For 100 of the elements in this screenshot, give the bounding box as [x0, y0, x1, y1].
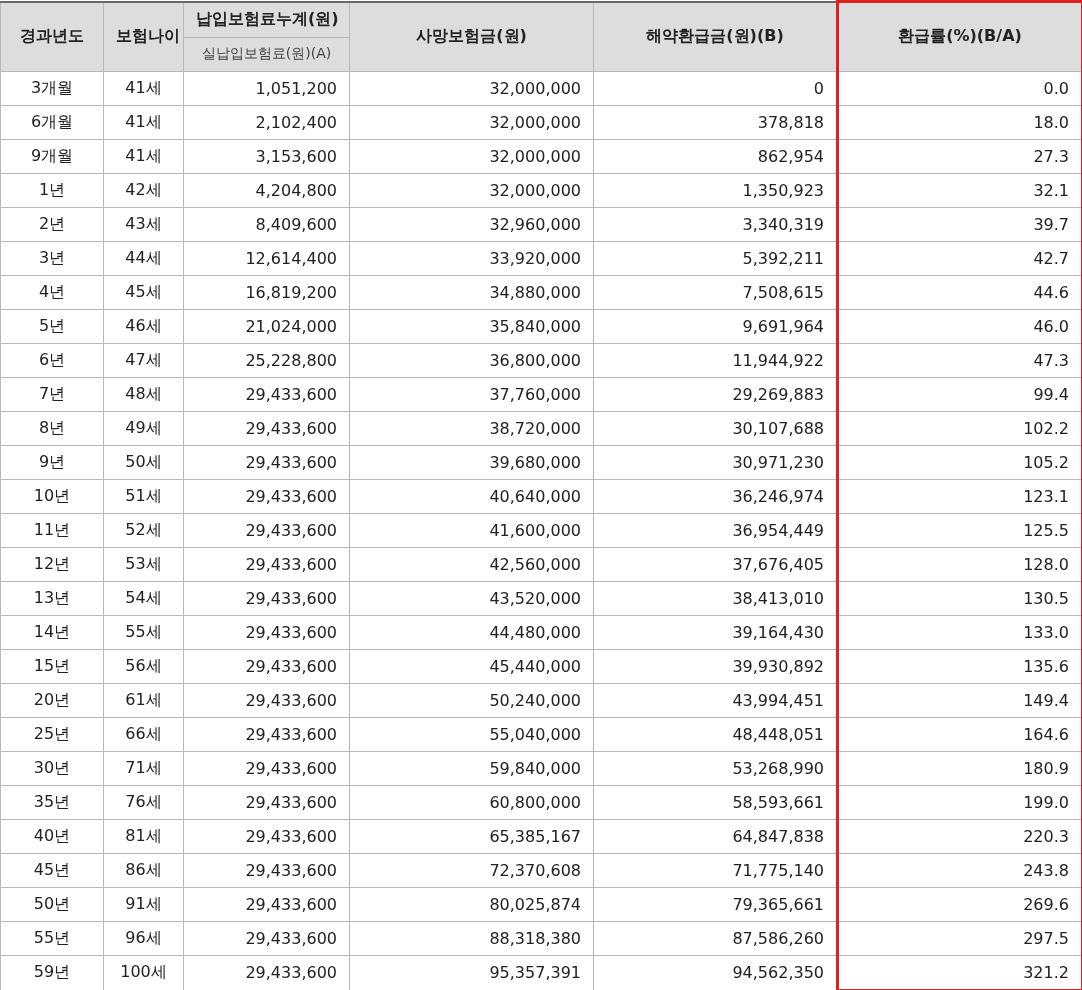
table-cell: 61세: [103, 683, 184, 717]
table-cell: 44.6: [837, 275, 1082, 309]
table-cell: 0.0: [837, 71, 1082, 105]
table-cell: 44,480,000: [349, 615, 594, 649]
column-header: 경과년도: [0, 1, 104, 71]
table-cell: 20년: [0, 683, 104, 717]
table-cell: 37,760,000: [349, 377, 594, 411]
table-cell: 3개월: [0, 71, 104, 105]
table-cell: 59년: [0, 955, 104, 990]
table-cell: 135.6: [837, 649, 1082, 683]
table-cell: 149.4: [837, 683, 1082, 717]
table-cell: 2,102,400: [183, 105, 350, 139]
table-cell: 71세: [103, 751, 184, 785]
table-cell: 4,204,800: [183, 173, 350, 207]
table-cell: 45년: [0, 853, 104, 887]
table-cell: 21,024,000: [183, 309, 350, 343]
table-cell: 29,433,600: [183, 819, 350, 853]
table-cell: 48세: [103, 377, 184, 411]
table-cell: 47세: [103, 343, 184, 377]
table-cell: 65,385,167: [349, 819, 594, 853]
table-cell: 29,433,600: [183, 887, 350, 921]
table-cell: 54세: [103, 581, 184, 615]
table-cell: 45세: [103, 275, 184, 309]
table-cell: 133.0: [837, 615, 1082, 649]
table-cell: 40,640,000: [349, 479, 594, 513]
table-cell: 11년: [0, 513, 104, 547]
table-cell: 32,000,000: [349, 105, 594, 139]
table-cell: 99.4: [837, 377, 1082, 411]
table-cell: 29,433,600: [183, 377, 350, 411]
table-cell: 243.8: [837, 853, 1082, 887]
table-cell: 41세: [103, 71, 184, 105]
table-cell: 43세: [103, 207, 184, 241]
table-cell: 25년: [0, 717, 104, 751]
table-cell: 41,600,000: [349, 513, 594, 547]
table-cell: 29,433,600: [183, 547, 350, 581]
table-cell: 9개월: [0, 139, 104, 173]
table-cell: 29,433,600: [183, 785, 350, 819]
table-cell: 80,025,874: [349, 887, 594, 921]
table-cell: 46.0: [837, 309, 1082, 343]
table-cell: 40년: [0, 819, 104, 853]
table-cell: 12년: [0, 547, 104, 581]
table-cell: 269.6: [837, 887, 1082, 921]
table-cell: 29,433,600: [183, 717, 350, 751]
table-cell: 297.5: [837, 921, 1082, 955]
table-cell: 32,000,000: [349, 139, 594, 173]
table-cell: 16,819,200: [183, 275, 350, 309]
table-cell: 29,433,600: [183, 513, 350, 547]
table-cell: 86세: [103, 853, 184, 887]
table-cell: 29,433,600: [183, 479, 350, 513]
table-cell: 41세: [103, 105, 184, 139]
table-cell: 29,433,600: [183, 445, 350, 479]
table-cell: 50,240,000: [349, 683, 594, 717]
table-cell: 6개월: [0, 105, 104, 139]
table-cell: 60,800,000: [349, 785, 594, 819]
table-cell: 91세: [103, 887, 184, 921]
table-cell: 43,520,000: [349, 581, 594, 615]
table-cell: 27.3: [837, 139, 1082, 173]
table-cell: 8년: [0, 411, 104, 445]
table-cell: 44세: [103, 241, 184, 275]
table-cell: 46세: [103, 309, 184, 343]
table-cell: 13년: [0, 581, 104, 615]
table-cell: 164.6: [837, 717, 1082, 751]
table-cell: 36,800,000: [349, 343, 594, 377]
table-cell: 55년: [0, 921, 104, 955]
table-cell: 42,560,000: [349, 547, 594, 581]
table-cell: 10년: [0, 479, 104, 513]
table-cell: 56세: [103, 649, 184, 683]
table-cell: 30년: [0, 751, 104, 785]
table-cell: 5년: [0, 309, 104, 343]
table-cell: 88,318,380: [349, 921, 594, 955]
table-cell: 14년: [0, 615, 104, 649]
table-cell: 66세: [103, 717, 184, 751]
table-cell: 180.9: [837, 751, 1082, 785]
table-cell: 29,433,600: [183, 615, 350, 649]
table-cell: 33,920,000: [349, 241, 594, 275]
table-cell: 38,720,000: [349, 411, 594, 445]
table-cell: 55세: [103, 615, 184, 649]
table-cell: 72,370,608: [349, 853, 594, 887]
table-cell: 53세: [103, 547, 184, 581]
table-cell: 32,000,000: [349, 173, 594, 207]
table-cell: 50년: [0, 887, 104, 921]
table-cell: 55,040,000: [349, 717, 594, 751]
column-subheader: 실납입보험료(원)(A): [183, 37, 350, 71]
table-cell: 29,433,600: [183, 581, 350, 615]
column-header: 환급률(%)(B/A): [837, 1, 1082, 71]
table-cell: 130.5: [837, 581, 1082, 615]
table-cell: 9년: [0, 445, 104, 479]
table-cell: 42.7: [837, 241, 1082, 275]
table-cell: 32,000,000: [349, 71, 594, 105]
column-header: 납입보험료누계(원): [183, 1, 350, 37]
table-cell: 105.2: [837, 445, 1082, 479]
table-cell: 50세: [103, 445, 184, 479]
table-cell: 76세: [103, 785, 184, 819]
table-cell: 1,051,200: [183, 71, 350, 105]
table-cell: 39,680,000: [349, 445, 594, 479]
table-cell: 47.3: [837, 343, 1082, 377]
table-cell: 81세: [103, 819, 184, 853]
table-cell: 52세: [103, 513, 184, 547]
table-cell: 34,880,000: [349, 275, 594, 309]
table-cell: 59,840,000: [349, 751, 594, 785]
